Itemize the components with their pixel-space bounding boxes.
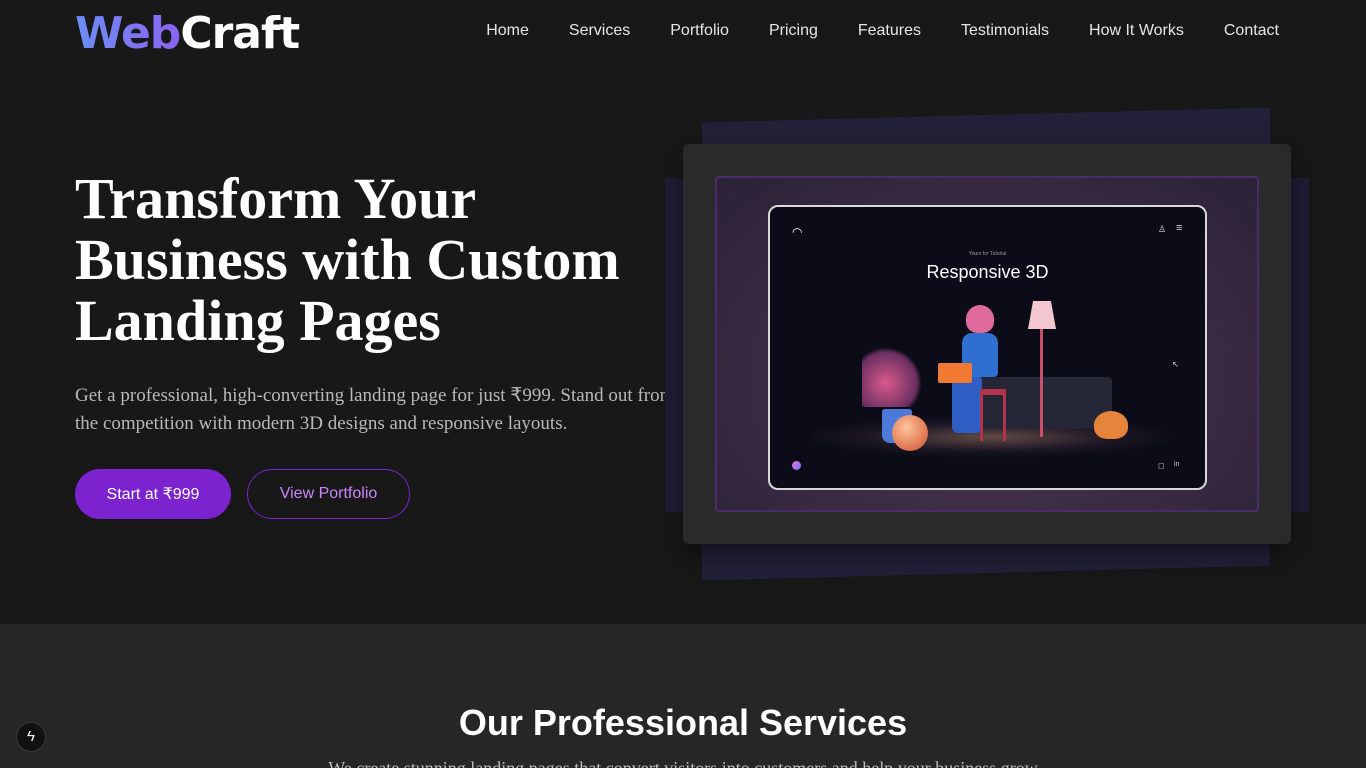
- start-button[interactable]: Start at ₹999: [75, 469, 231, 519]
- logo-web: Web: [75, 8, 181, 59]
- mockup-person-head: [966, 305, 994, 333]
- nav-home[interactable]: Home: [486, 20, 529, 42]
- mockup-stool: [980, 389, 1006, 441]
- mockup-dog: [1094, 411, 1128, 439]
- mockup-plant: [862, 347, 922, 407]
- nav-services[interactable]: Services: [569, 20, 630, 42]
- cursor-icon: ↖: [1172, 360, 1179, 369]
- hero-subtitle: Get a professional, high-converting land…: [75, 385, 675, 434]
- nav-features[interactable]: Features: [858, 20, 921, 42]
- site-logo[interactable]: WebCraft: [75, 8, 300, 60]
- tablet-mockup: ◠ ♙ ≡ Yours for Tutorial Responsive 3D ↖…: [768, 205, 1207, 490]
- services-title: Our Professional Services: [458, 702, 908, 743]
- mockup-lamp-shade: [1028, 301, 1056, 329]
- mockup-laptop: [938, 363, 972, 383]
- nav-portfolio[interactable]: Portfolio: [670, 20, 729, 42]
- mockup-menu-icon: ≡: [1176, 222, 1183, 234]
- mockup-ball: [892, 415, 928, 451]
- mockup-linkedin-icon: in: [1174, 461, 1180, 468]
- services-section: Our Professional Services We create stun…: [0, 624, 1366, 768]
- hero-title: Transform Your Business with Custom Land…: [75, 166, 620, 353]
- mockup-logo-icon: ◠: [792, 225, 803, 239]
- mockup-kicker: Yours for Tutorial: [968, 251, 1007, 257]
- nav-contact[interactable]: Contact: [1224, 20, 1279, 42]
- mockup-badge-icon: [792, 461, 801, 470]
- main-nav: Home Services Portfolio Pricing Features…: [486, 20, 1279, 42]
- site-header: WebCraft Home Services Portfolio Pricing…: [0, 0, 1366, 64]
- mockup-instagram-icon: ◻: [1158, 461, 1165, 470]
- mockup-user-icon: ♙: [1158, 224, 1167, 234]
- logo-craft: Craft: [180, 8, 300, 59]
- nav-pricing[interactable]: Pricing: [769, 20, 818, 42]
- mockup-lamp-pole: [1040, 327, 1043, 437]
- services-subtitle: We create stunning landing pages that co…: [328, 758, 1038, 768]
- nav-how-it-works[interactable]: How It Works: [1089, 20, 1184, 42]
- nav-testimonials[interactable]: Testimonials: [961, 20, 1049, 42]
- mockup-person-legs: [952, 375, 982, 433]
- bolt-icon[interactable]: ϟ: [16, 722, 46, 752]
- mockup-title: Responsive 3D: [926, 262, 1049, 282]
- view-portfolio-button[interactable]: View Portfolio: [247, 469, 410, 519]
